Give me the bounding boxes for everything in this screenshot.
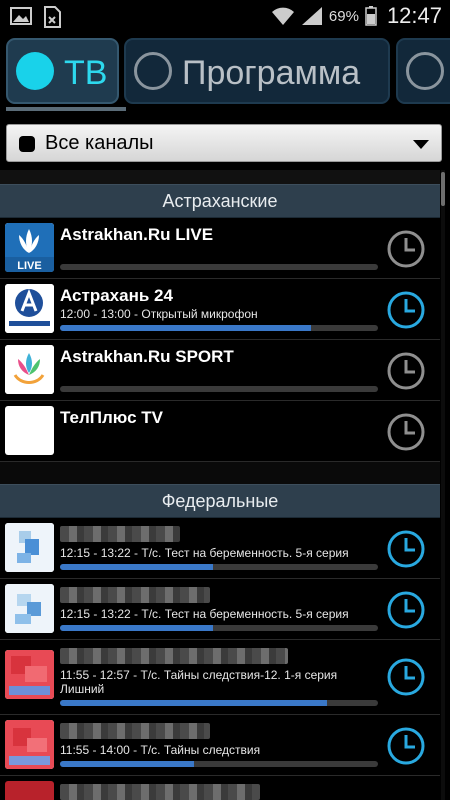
status-bar: 69% 12:47: [0, 0, 450, 32]
chevron-down-icon: [413, 140, 429, 149]
wifi-icon: [271, 7, 294, 25]
blurred-red-logo: [5, 781, 54, 800]
channel-name: Astrakhan.Ru SPORT: [60, 347, 234, 366]
channel-name: ТелПлюс TV: [60, 408, 164, 427]
channel-name-blurred: [60, 723, 210, 739]
channel-row[interactable]: [0, 776, 440, 800]
progress-fill: [60, 700, 328, 706]
channel-row[interactable]: 12:15 - 13:22 - Т/с. Тест на беременност…: [0, 518, 440, 579]
channel-name-blurred: [60, 648, 288, 664]
channel-row[interactable]: ТелПлюс TV: [0, 401, 440, 462]
current-program: 11:55 - 12:57 - Т/с. Тайны следствия-12.…: [60, 668, 338, 696]
alarm-clock-icon[interactable]: [386, 351, 426, 391]
alarm-clock-icon[interactable]: [386, 590, 426, 630]
battery-percent: 69%: [328, 7, 359, 25]
live-logo: LIVE: [5, 223, 54, 272]
clock-time: 12:47: [386, 3, 442, 28]
scrollbar-track[interactable]: [441, 170, 445, 800]
channel-row[interactable]: 12:15 - 13:22 - Т/с. Тест на беременност…: [0, 579, 440, 640]
tab-more[interactable]: [396, 38, 450, 104]
program-progress-bar: [60, 625, 378, 631]
current-program: 12:00 - 13:00 - Открытый микрофон: [60, 307, 258, 321]
channel-row[interactable]: 11:55 - 12:57 - Т/с. Тайны следствия-12.…: [0, 640, 440, 715]
svg-text:LIVE: LIVE: [17, 260, 41, 272]
list-spacer: [0, 170, 440, 184]
blurred-logo: [5, 523, 54, 572]
blank-logo: [5, 406, 54, 455]
channel-row[interactable]: LIVE Astrakhan.Ru LIVE: [0, 218, 440, 279]
alarm-clock-icon[interactable]: [386, 529, 426, 569]
program-progress-bar: [60, 386, 378, 392]
channel-name-blurred: [60, 587, 210, 603]
alarm-clock-icon[interactable]: [386, 229, 426, 269]
channel-name: Astrakhan.Ru LIVE: [60, 225, 214, 244]
alarm-clock-icon[interactable]: [386, 290, 426, 330]
channel-row[interactable]: Астрахань 24 12:00 - 13:00 - Открытый ми…: [0, 279, 440, 340]
tab-tv[interactable]: ТВ: [6, 38, 119, 104]
program-progress-bar: [60, 264, 378, 270]
blurred-red-logo: [5, 720, 54, 769]
tab-label: Программа: [182, 54, 361, 92]
tab-label: ТВ: [64, 54, 108, 92]
progress-fill: [60, 325, 312, 331]
alarm-clock-icon[interactable]: [386, 726, 426, 766]
tab-indicator: [406, 52, 444, 90]
program-progress-bar: [60, 564, 378, 570]
progress-fill: [60, 564, 213, 570]
signal-icon: [301, 7, 322, 25]
section-header: Астраханские: [0, 184, 440, 218]
progress-fill: [60, 625, 213, 631]
scrollbar-thumb[interactable]: [441, 172, 445, 206]
sport-logo: [5, 345, 54, 394]
current-program: 12:15 - 13:22 - Т/с. Тест на беременност…: [60, 607, 349, 621]
progress-fill: [60, 761, 194, 767]
filter-icon: [19, 136, 35, 152]
tab-bar: ТВ Программа: [0, 32, 450, 112]
alarm-clock-icon[interactable]: [386, 657, 426, 697]
channel-name-blurred: [60, 526, 180, 542]
channel-name: Астрахань 24: [60, 286, 173, 305]
filter-selected-value: Все каналы: [45, 132, 154, 154]
channel-list[interactable]: Астраханские LIVE Astrakhan.Ru LIVE Астр…: [0, 170, 440, 800]
sim-icon: [44, 6, 61, 28]
astrakhan24-logo: [5, 284, 54, 333]
blurred-logo: [5, 584, 54, 633]
current-program: 12:15 - 13:22 - Т/с. Тест на беременност…: [60, 546, 349, 560]
program-progress-bar: [60, 325, 378, 331]
alarm-clock-icon[interactable]: [386, 412, 426, 452]
tab-selected-underline: [6, 107, 126, 111]
blurred-red-logo: [5, 650, 54, 699]
program-progress-bar: [60, 761, 378, 767]
list-spacer: [0, 462, 440, 484]
channel-row[interactable]: 11:55 - 14:00 - Т/с. Тайны следствия: [0, 715, 440, 776]
battery-icon: [365, 6, 377, 26]
channel-row[interactable]: Astrakhan.Ru SPORT: [0, 340, 440, 401]
channel-filter-dropdown[interactable]: Все каналы: [6, 124, 442, 162]
tab-indicator: [134, 52, 172, 90]
program-progress-bar: [60, 700, 378, 706]
section-header: Федеральные: [0, 484, 440, 518]
channel-name-blurred: [60, 784, 260, 800]
tab-program[interactable]: Программа: [124, 38, 390, 104]
current-program: 11:55 - 14:00 - Т/с. Тайны следствия: [60, 743, 261, 757]
tab-active-indicator: [16, 52, 54, 90]
image-icon: [10, 7, 32, 25]
